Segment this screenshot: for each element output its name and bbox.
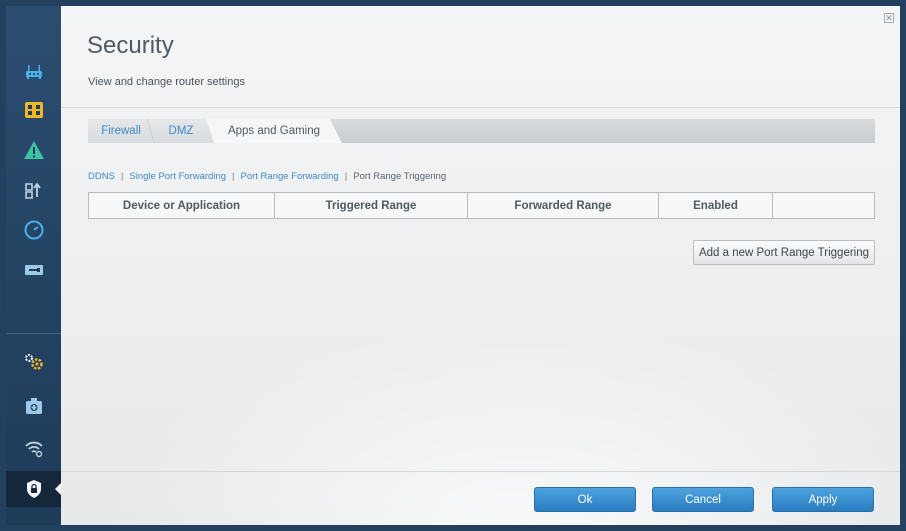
sidebar-item-media-prioritization[interactable] xyxy=(6,172,61,208)
column-header-triggered-range: Triggered Range xyxy=(275,193,468,218)
sidebar xyxy=(6,6,62,525)
sidebar-item-wireless[interactable] xyxy=(6,430,61,466)
port-range-triggering-table: Device or Application Triggered Range Fo… xyxy=(88,192,875,219)
subnav-single-port-forwarding[interactable]: Single Port Forwarding xyxy=(129,171,226,182)
column-header-enabled: Enabled xyxy=(659,193,773,218)
tab-bar: Firewall DMZ Apps and Gaming xyxy=(88,119,875,143)
troubleshooting-icon xyxy=(25,398,42,414)
apply-button[interactable]: Apply xyxy=(772,487,874,512)
connectivity-gear-icon xyxy=(24,354,43,370)
main-panel: Security View and change router settings… xyxy=(61,6,900,525)
sidebar-item-security-icon-wrap xyxy=(6,471,61,507)
router-icon xyxy=(25,65,42,79)
speed-test-icon xyxy=(24,220,43,240)
page-title: Security xyxy=(87,32,174,59)
footer-divider xyxy=(61,471,900,472)
sidebar-item-troubleshooting[interactable] xyxy=(6,388,61,424)
subnav-separator: | xyxy=(120,171,124,182)
page-subtitle: View and change router settings xyxy=(88,76,245,88)
wireless-icon xyxy=(24,441,43,458)
sidebar-item-device-list[interactable] xyxy=(6,92,61,128)
security-lock-icon xyxy=(26,480,41,498)
sidebar-item-security[interactable] xyxy=(6,471,61,507)
subnav-port-range-forwarding[interactable]: Port Range Forwarding xyxy=(241,171,339,182)
add-port-range-triggering-button[interactable]: Add a new Port Range Triggering xyxy=(693,240,875,265)
sidebar-divider xyxy=(6,333,61,334)
tab-dmz[interactable]: DMZ xyxy=(148,119,214,143)
sidebar-item-external-storage[interactable] xyxy=(6,252,61,288)
sidebar-item-speed-test[interactable] xyxy=(6,212,61,248)
app-frame: Security View and change router settings… xyxy=(0,0,906,531)
header-divider xyxy=(61,107,900,108)
tab-firewall[interactable]: Firewall xyxy=(88,119,154,143)
sub-navigation: DDNS | Single Port Forwarding | Port Range F… xyxy=(88,171,446,182)
close-icon[interactable]: ✕ xyxy=(884,13,894,23)
sidebar-item-guest-access[interactable] xyxy=(6,132,61,168)
column-header-forwarded-range: Forwarded Range xyxy=(468,193,659,218)
device-list-icon xyxy=(24,102,43,118)
subnav-port-range-triggering: Port Range Triggering xyxy=(353,171,447,182)
sidebar-item-router[interactable] xyxy=(6,54,61,90)
warning-icon xyxy=(23,141,44,159)
cancel-button[interactable]: Cancel xyxy=(652,487,754,512)
ok-button[interactable]: Ok xyxy=(534,487,636,512)
subnav-separator: | xyxy=(344,171,348,182)
subnav-separator: | xyxy=(232,171,235,182)
media-prioritization-icon xyxy=(24,182,41,199)
tab-apps-and-gaming[interactable]: Apps and Gaming xyxy=(206,119,342,143)
column-header-actions xyxy=(773,193,874,218)
subnav-ddns[interactable]: DDNS xyxy=(88,171,115,182)
sidebar-item-connectivity[interactable] xyxy=(6,344,61,380)
external-storage-icon xyxy=(24,265,43,275)
column-header-device: Device or Application xyxy=(89,193,275,218)
